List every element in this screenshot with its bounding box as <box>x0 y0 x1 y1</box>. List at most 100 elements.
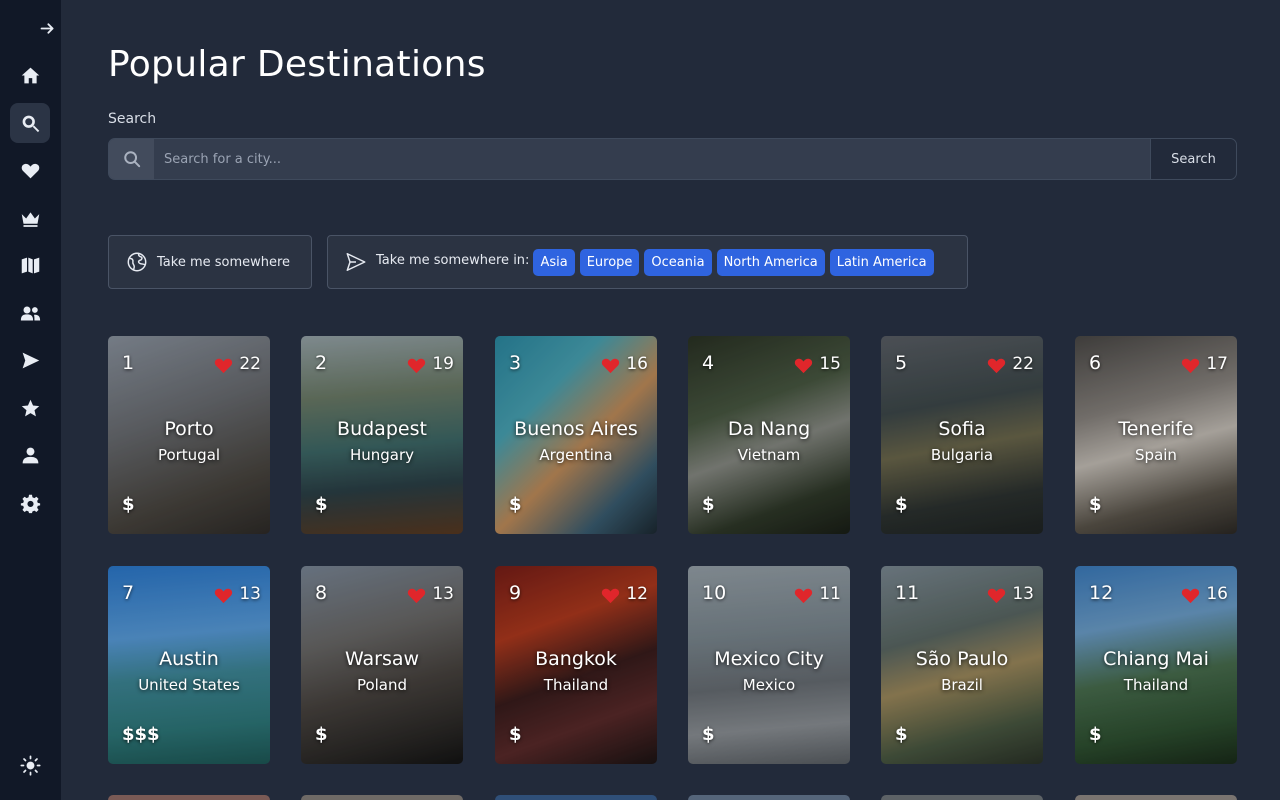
likes-badge[interactable]: 13 <box>213 584 261 604</box>
region-chip-latin-america[interactable]: Latin America <box>829 248 934 276</box>
destination-city: Budapest <box>337 418 427 440</box>
cost-level: $ <box>1089 494 1102 515</box>
search-label: Search <box>108 111 157 127</box>
destination-country: United States <box>138 676 240 694</box>
destination-rank: 8 <box>315 582 328 604</box>
destination-card[interactable]: 6 17 Tenerife Spain $ <box>1075 336 1237 534</box>
destination-card[interactable]: 1 22 Porto Portugal $ <box>108 336 270 534</box>
likes-badge[interactable]: 19 <box>406 354 454 374</box>
destination-card-partial[interactable] <box>881 795 1043 800</box>
search-input[interactable] <box>154 139 1151 179</box>
likes-badge[interactable]: 15 <box>793 354 841 374</box>
destination-country: Vietnam <box>737 446 801 464</box>
destination-city: Bangkok <box>535 648 617 670</box>
destination-card-partial[interactable] <box>108 795 270 800</box>
arrow-right-icon[interactable] <box>37 18 57 38</box>
sidebar-item-map[interactable] <box>10 245 50 285</box>
likes-badge[interactable]: 12 <box>600 584 648 604</box>
heart-icon <box>602 588 620 603</box>
sidebar-item-settings[interactable] <box>10 483 50 523</box>
globe-icon <box>127 252 147 272</box>
destination-country: Hungary <box>349 446 415 464</box>
search-button[interactable]: Search <box>1150 139 1236 179</box>
sidebar-item-starred[interactable] <box>10 388 50 428</box>
likes-count: 17 <box>1206 354 1228 374</box>
sidebar-item-search[interactable] <box>10 103 50 143</box>
cost-level: $ <box>509 494 522 515</box>
heart-icon <box>215 588 233 603</box>
likes-count: 22 <box>239 354 261 374</box>
destination-card-partial[interactable] <box>688 795 850 800</box>
sidebar-item-send[interactable] <box>10 340 50 380</box>
likes-count: 13 <box>239 584 261 604</box>
destination-card[interactable]: 5 22 Sofia Bulgaria $ <box>881 336 1043 534</box>
destination-city: Austin <box>159 648 219 670</box>
destination-card[interactable]: 4 15 Da Nang Vietnam $ <box>688 336 850 534</box>
destination-city: Chiang Mai <box>1103 648 1209 670</box>
send-icon <box>22 352 39 368</box>
destination-card-partial[interactable] <box>1075 795 1237 800</box>
region-chip-oceania[interactable]: Oceania <box>644 248 712 276</box>
destination-card-partial[interactable] <box>301 795 463 800</box>
destination-country: Mexico <box>742 676 796 694</box>
destination-card[interactable]: 7 13 Austin United States $$$ <box>108 566 270 764</box>
heart-icon <box>408 358 426 373</box>
cost-level: $$$ <box>122 724 160 745</box>
likes-count: 15 <box>819 354 841 374</box>
sidebar-item-home[interactable] <box>10 55 50 95</box>
likes-count: 13 <box>1012 584 1034 604</box>
destination-card[interactable]: 9 12 Bangkok Thailand $ <box>495 566 657 764</box>
likes-badge[interactable]: 16 <box>600 354 648 374</box>
take-me-somewhere-in: Take me somewhere in: Asia Europe Oceani… <box>327 235 968 289</box>
heart-icon <box>988 358 1006 373</box>
destination-rank: 6 <box>1089 352 1102 374</box>
cost-level: $ <box>702 724 715 745</box>
destination-country: Brazil <box>941 676 983 694</box>
take-me-somewhere-button[interactable]: Take me somewhere <box>108 235 312 289</box>
likes-badge[interactable]: 22 <box>213 354 261 374</box>
destination-country: Argentina <box>539 446 613 464</box>
destination-card[interactable]: 8 13 Warsaw Poland $ <box>301 566 463 764</box>
likes-badge[interactable]: 13 <box>986 584 1034 604</box>
heart-icon <box>215 358 233 373</box>
destination-country: Poland <box>356 676 408 694</box>
likes-badge[interactable]: 13 <box>406 584 454 604</box>
sidebar-item-favorites[interactable] <box>10 150 50 190</box>
destination-city: Da Nang <box>727 418 811 440</box>
destination-city: Warsaw <box>344 648 420 670</box>
take-me-in-label: Take me somewhere in: <box>376 252 530 268</box>
likes-badge[interactable]: 22 <box>986 354 1034 374</box>
destination-rank: 12 <box>1089 582 1114 604</box>
crown-icon <box>21 211 39 227</box>
likes-badge[interactable]: 11 <box>793 584 841 604</box>
user-icon <box>22 447 38 463</box>
likes-badge[interactable]: 16 <box>1180 584 1228 604</box>
sidebar-item-profile[interactable] <box>10 435 50 475</box>
destination-rank: 1 <box>122 352 135 374</box>
cost-level: $ <box>895 494 908 515</box>
sidebar-item-top[interactable] <box>10 198 50 238</box>
destination-city: Buenos Aires <box>514 418 638 440</box>
destination-card-partial[interactable] <box>495 795 657 800</box>
region-chip-asia[interactable]: Asia <box>533 248 575 276</box>
region-chip-north-america[interactable]: North America <box>716 248 825 276</box>
heart-icon <box>602 358 620 373</box>
likes-count: 12 <box>626 584 648 604</box>
destination-card[interactable]: 10 11 Mexico City Mexico $ <box>688 566 850 764</box>
likes-badge[interactable]: 17 <box>1180 354 1228 374</box>
destination-country: Thailand <box>543 676 609 694</box>
likes-count: 16 <box>1206 584 1228 604</box>
destination-rank: 2 <box>315 352 328 374</box>
destination-rank: 11 <box>895 582 920 604</box>
destination-country: Spain <box>1135 446 1177 464</box>
heart-icon <box>795 358 813 373</box>
theme-toggle[interactable] <box>10 745 50 785</box>
sidebar-item-community[interactable] <box>10 293 50 333</box>
destination-city: Tenerife <box>1118 418 1194 440</box>
destination-card[interactable]: 2 19 Budapest Hungary $ <box>301 336 463 534</box>
destination-card[interactable]: 11 13 São Paulo Brazil $ <box>881 566 1043 764</box>
destination-city: Sofia <box>938 418 986 440</box>
destination-card[interactable]: 12 16 Chiang Mai Thailand $ <box>1075 566 1237 764</box>
region-chip-europe[interactable]: Europe <box>579 248 640 276</box>
destination-card[interactable]: 3 16 Buenos Aires Argentina $ <box>495 336 657 534</box>
